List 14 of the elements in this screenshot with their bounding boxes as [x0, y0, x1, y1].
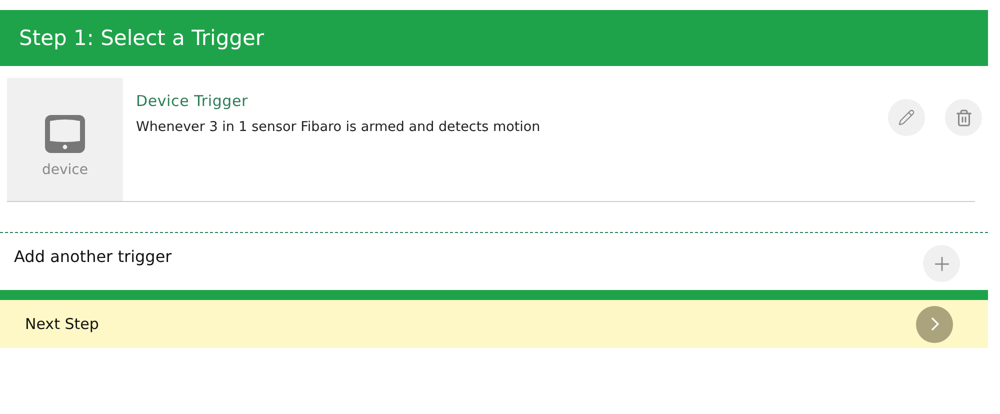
add-trigger-label: Add another trigger: [14, 247, 172, 266]
next-button[interactable]: [916, 306, 953, 342]
tablet-icon: [44, 114, 86, 154]
step-title: Step 1: Select a Trigger: [19, 26, 264, 50]
delete-button[interactable]: [945, 99, 982, 136]
pencil-icon: [898, 109, 915, 126]
trash-icon: [954, 108, 972, 126]
edit-button[interactable]: [888, 99, 925, 136]
trigger-title: Device Trigger: [136, 92, 249, 110]
chevron-right-icon: [930, 317, 938, 331]
add-button[interactable]: [923, 245, 960, 282]
tile-label: device: [42, 162, 88, 178]
trigger-description: Whenever 3 in 1 sensor Fibaro is armed and detects motion: [136, 119, 542, 135]
next-step-label: Next Step: [25, 315, 99, 333]
